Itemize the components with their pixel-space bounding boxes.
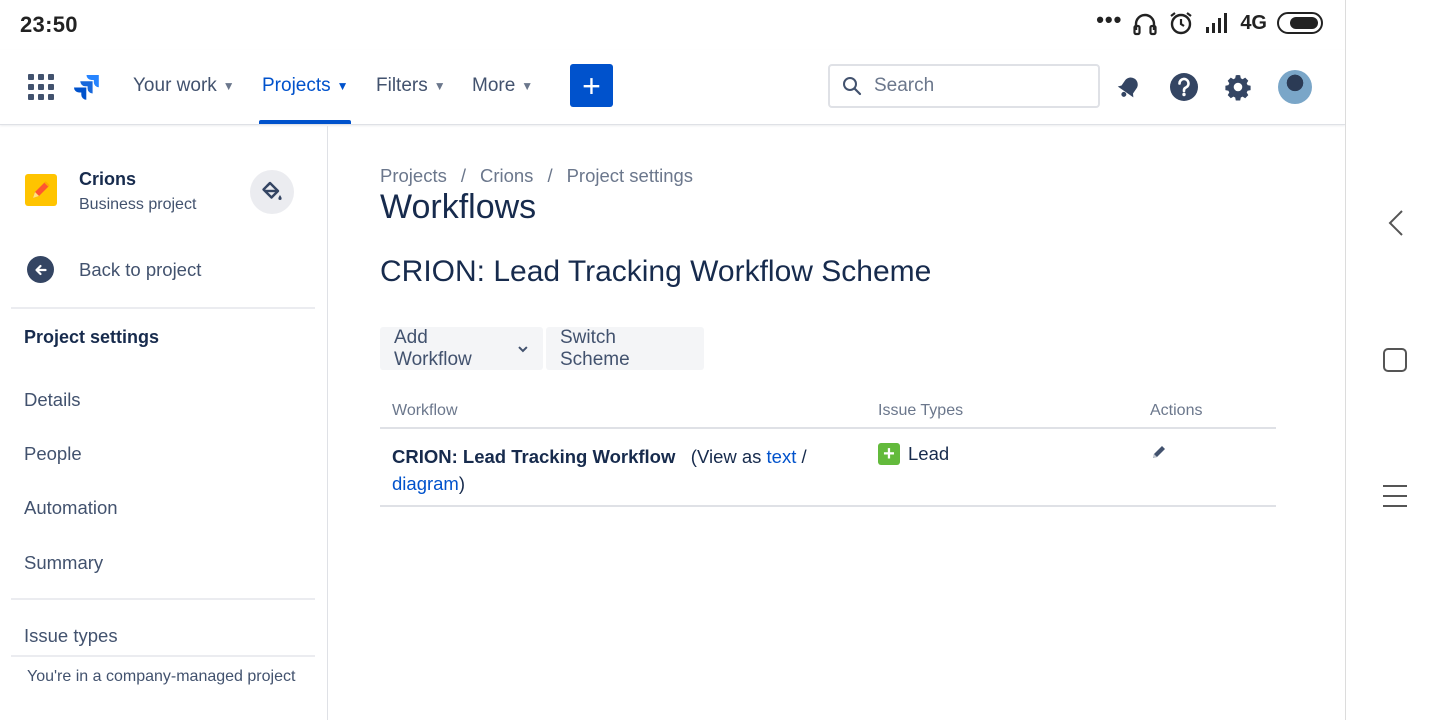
arrow-left-icon bbox=[27, 256, 54, 283]
edit-pencil-icon bbox=[1153, 446, 1165, 458]
project-type-footer: You're in a company-managed project bbox=[27, 668, 296, 685]
breadcrumb: Projects / Crions / Project settings bbox=[380, 165, 693, 187]
nav-label: More bbox=[472, 75, 516, 96]
sidebar-item-details[interactable]: Details bbox=[24, 389, 81, 411]
app-switcher-icon[interactable] bbox=[28, 74, 54, 100]
active-tab-indicator bbox=[259, 120, 351, 124]
android-navigation-bar bbox=[1345, 0, 1440, 720]
add-workflow-button[interactable]: Add Workflow bbox=[380, 327, 543, 370]
sidebar-item-automation[interactable]: Automation bbox=[24, 497, 118, 519]
help-button[interactable] bbox=[1167, 70, 1201, 104]
project-avatar bbox=[25, 174, 57, 206]
chevron-down-icon bbox=[518, 345, 528, 352]
help-icon bbox=[1170, 73, 1198, 101]
notifications-button[interactable] bbox=[1112, 70, 1146, 104]
settings-button[interactable] bbox=[1221, 70, 1255, 104]
back-label: Back to project bbox=[79, 258, 202, 280]
breadcrumb-project-settings[interactable]: Project settings bbox=[567, 165, 693, 187]
breadcrumb-separator: / bbox=[460, 165, 466, 186]
battery-icon bbox=[1277, 12, 1323, 34]
scheme-title: CRION: Lead Tracking Workflow Scheme bbox=[380, 255, 932, 288]
link-separator: / bbox=[801, 446, 807, 467]
pencil-icon bbox=[33, 181, 50, 198]
back-to-project-link[interactable]: Back to project bbox=[27, 256, 201, 283]
divider bbox=[11, 598, 315, 600]
search-input[interactable] bbox=[874, 75, 1074, 97]
nav-label: Projects bbox=[262, 75, 331, 96]
nav-your-work[interactable]: Your work ▼ bbox=[133, 75, 235, 97]
sidebar-item-issue-types[interactable]: Issue types bbox=[24, 625, 118, 647]
table-row-workflow-cell: CRION: Lead Tracking Workflow (View as t… bbox=[392, 443, 822, 497]
network-type: 4G bbox=[1240, 11, 1267, 34]
paint-bucket-icon bbox=[262, 181, 282, 200]
nav-label: Filters bbox=[376, 75, 428, 96]
table-row-divider bbox=[380, 505, 1276, 507]
nav-back-icon[interactable] bbox=[1386, 208, 1406, 238]
top-navigation: Your work ▼ Projects ▼ Filters ▼ More ▼ + bbox=[0, 50, 1345, 125]
workflow-name: CRION: Lead Tracking Workflow bbox=[392, 446, 676, 467]
sidebar-item-people[interactable]: People bbox=[24, 443, 82, 465]
column-header-workflow: Workflow bbox=[392, 402, 458, 419]
theme-button[interactable] bbox=[250, 170, 294, 214]
bell-icon bbox=[1117, 77, 1138, 98]
nav-home-icon[interactable] bbox=[1383, 348, 1407, 372]
nav-projects[interactable]: Projects ▼ bbox=[262, 75, 349, 97]
issue-type-name: Lead bbox=[908, 443, 950, 464]
column-header-issue-types: Issue Types bbox=[878, 402, 964, 419]
divider bbox=[11, 307, 315, 309]
nav-label: Your work bbox=[133, 75, 217, 96]
headphones-icon bbox=[1133, 13, 1157, 36]
table-header-divider bbox=[380, 427, 1276, 429]
jira-logo-icon[interactable] bbox=[72, 72, 102, 102]
alarm-icon bbox=[1170, 12, 1192, 35]
breadcrumb-crions[interactable]: Crions bbox=[480, 165, 533, 187]
chevron-down-icon: ▼ bbox=[336, 79, 349, 93]
breadcrumb-separator: / bbox=[547, 165, 553, 186]
lead-issue-type-icon: + bbox=[878, 443, 900, 465]
view-as-diagram-link[interactable]: diagram bbox=[392, 473, 459, 494]
nav-more[interactable]: More ▼ bbox=[472, 75, 533, 97]
status-time: 23:50 bbox=[20, 12, 78, 37]
nav-filters[interactable]: Filters ▼ bbox=[376, 75, 446, 97]
gear-icon bbox=[1225, 75, 1251, 101]
create-button[interactable]: + bbox=[570, 64, 613, 107]
chevron-down-icon: ▼ bbox=[222, 79, 235, 93]
divider bbox=[11, 655, 315, 657]
sidebar-section-title: Project settings bbox=[24, 327, 160, 347]
project-type: Business project bbox=[79, 196, 197, 213]
table-row-issue-type-cell: + Lead bbox=[878, 443, 949, 465]
column-header-actions: Actions bbox=[1150, 402, 1203, 419]
search-box[interactable] bbox=[828, 64, 1100, 108]
add-workflow-label: Add Workflow bbox=[394, 326, 472, 370]
more-dots-icon: ••• bbox=[1096, 7, 1123, 32]
view-as-text-link[interactable]: text bbox=[767, 446, 797, 467]
view-as-prefix: (View as bbox=[690, 446, 762, 467]
edit-workflow-button[interactable] bbox=[1150, 443, 1168, 466]
status-icons: ••• 4G bbox=[1096, 7, 1323, 36]
project-sidebar: Crions Business project Back to project … bbox=[0, 126, 328, 720]
nav-recents-icon[interactable] bbox=[1383, 485, 1407, 515]
signal-icon bbox=[1206, 13, 1228, 33]
page-title: Workflows bbox=[380, 188, 537, 226]
sidebar-item-summary[interactable]: Summary bbox=[24, 552, 103, 574]
switch-scheme-button[interactable]: Switch Scheme bbox=[546, 327, 704, 370]
chevron-down-icon: ▼ bbox=[433, 79, 446, 93]
status-bar: 23:50 ••• 4G bbox=[0, 0, 1345, 50]
chevron-down-icon: ▼ bbox=[521, 79, 534, 93]
search-icon bbox=[843, 77, 862, 96]
close-paren: ) bbox=[458, 473, 466, 494]
project-name: Crions bbox=[79, 169, 137, 189]
breadcrumb-projects[interactable]: Projects bbox=[380, 165, 447, 187]
user-avatar[interactable] bbox=[1278, 70, 1312, 104]
